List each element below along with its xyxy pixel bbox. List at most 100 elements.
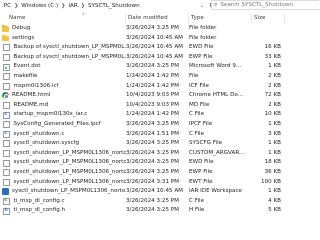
file-name: Backup of sysctl_shutdown_LP_MSPM0L...: [13, 44, 126, 51]
chevron-down-icon[interactable]: ⌄: [198, 3, 206, 9]
file-date: 3/26/2024 3:25 PM: [126, 168, 179, 175]
folder-icon: [2, 34, 9, 42]
column-header-size[interactable]: Size: [252, 14, 285, 23]
file-size: 3 KB: [268, 130, 281, 137]
c-file-icon: [2, 130, 10, 139]
file-size: 2 KB: [268, 72, 281, 79]
file-type: IAR IDE Workspace: [189, 188, 242, 195]
file-name: startup_mspm0l130x_iar.c: [13, 111, 88, 118]
chrome-icon: [2, 92, 9, 100]
breadcrumb[interactable]: .PC ❯ Windows (C:) ❯ IAR ❯ SYSCTL_Shutdo…: [0, 0, 206, 11]
file-row[interactable]: ti_msp_dl_config.c 3/26/2024 3:25 PM C F…: [0, 197, 319, 207]
file-row[interactable]: Event.dot 3/26/2024 3:25 PM Microsoft Wo…: [0, 62, 319, 72]
file-date: 3/26/2024 3:25 PM: [126, 25, 179, 31]
file-type: MD File: [189, 101, 210, 108]
file-name: sysctl_shutdown_LP_MSPM0L1306_norto...: [13, 178, 126, 185]
column-header-row: ∧ Name Date modified Type Size: [0, 11, 319, 23]
search-box[interactable]: ⌕: [211, 0, 319, 10]
file-row[interactable]: SysConfig_Generated_Files.ipcf 3/26/2024…: [0, 120, 319, 130]
file-row[interactable]: Backup of sysctl_shutdown_LP_MSPM0L... 3…: [0, 53, 319, 63]
file-row[interactable]: makefile 1/24/2024 1:42 PM File 2 KB: [0, 72, 319, 82]
file-size: 72 KB: [264, 92, 281, 99]
file-name: README.html: [12, 92, 51, 99]
file-name: mspm0l1306.icf: [13, 82, 59, 89]
file-date: 10/4/2023 9:03 PM: [126, 92, 179, 99]
file-name: settings: [12, 34, 35, 41]
file-row[interactable]: Backup of sysctl_shutdown_LP_MSPM0L... 3…: [0, 43, 319, 53]
file-date: 3/26/2024 3:31 PM: [126, 178, 179, 185]
file-row[interactable]: startup_mspm0l130x_iar.c 1/24/2024 1:42 …: [0, 110, 319, 120]
file-size: 100 KB: [261, 178, 281, 185]
file-row[interactable]: README.html 10/4/2023 9:03 PM Chrome HTM…: [0, 91, 319, 101]
column-header-date[interactable]: Date modified: [126, 14, 189, 23]
file-row-settings[interactable]: settings 3/26/2024 10:45 AM File folder: [0, 34, 319, 44]
file-row[interactable]: sysctl_shutdown_LP_MSPM0L1306_norto... 3…: [0, 158, 319, 168]
file-size: 4 KB: [268, 197, 281, 204]
file-date: 3/26/2024 3:25 PM: [126, 120, 179, 127]
file-name: SysConfig_Generated_Files.ipcf: [13, 120, 101, 127]
file-icon: [2, 121, 10, 129]
file-type: H File: [189, 207, 205, 214]
file-name: Debug: [12, 25, 31, 31]
file-type: IPCF File: [189, 120, 213, 127]
h-file-icon: [2, 206, 10, 216]
file-name: sysctl_shutdown_LP_MSPM0L1306_norto...: [13, 159, 126, 166]
file-type: File: [189, 72, 199, 79]
file-name: Backup of sysctl_shutdown_LP_MSPM0L...: [13, 53, 126, 60]
file-size: 18 KB: [264, 159, 281, 166]
file-type: C File: [189, 111, 205, 118]
file-icon: [2, 178, 10, 186]
file-name: ti_msp_dl_config.h: [13, 207, 66, 214]
file-icon: [2, 73, 10, 81]
file-date: 1/24/2024 1:42 PM: [126, 82, 179, 89]
file-row[interactable]: sysctl_shutdown.c 3/26/2024 1:51 PM C Fi…: [0, 130, 319, 140]
file-date: 3/26/2024 3:25 PM: [126, 140, 179, 147]
file-name: sysctl_shutdown_LP_MSPM0L1306_norto...: [13, 168, 126, 175]
breadcrumb-item-drive[interactable]: Windows (C:): [20, 3, 59, 9]
column-header-name[interactable]: Name: [0, 14, 126, 23]
file-row-debug[interactable]: Debug 3/26/2024 3:25 PM File folder: [0, 24, 319, 34]
file-size: 33 KB: [264, 53, 281, 60]
file-size: 1 KB: [268, 149, 281, 156]
file-type: EWP File: [189, 168, 213, 175]
breadcrumb-item-pc[interactable]: .PC: [1, 3, 12, 9]
file-date: 3/26/2024 10:45 AM: [126, 188, 184, 195]
file-row[interactable]: README.md 10/4/2023 9:03 PM MD File 2 KB: [0, 101, 319, 111]
file-icon: [2, 159, 10, 167]
file-row[interactable]: ti_msp_dl_config.h 3/26/2024 3:25 PM H F…: [0, 206, 319, 216]
file-row[interactable]: sysctl_shutdown_LP_MSPM0L1306_norto... 3…: [0, 178, 319, 188]
file-icon: [2, 102, 10, 110]
file-size: 2 KB: [268, 82, 281, 89]
file-name: sysctl_shutdown.c: [13, 130, 65, 137]
file-type: EWP File: [189, 53, 213, 60]
file-icon: [2, 150, 10, 158]
file-size: 10 KB: [264, 111, 281, 118]
file-row[interactable]: sysctl_shutdown.syscfg 3/26/2024 3:25 PM…: [0, 139, 319, 149]
iar-workspace-icon: [2, 188, 9, 196]
folder-icon: [2, 25, 9, 32]
file-date: 10/4/2023 9:03 PM: [126, 101, 179, 108]
file-type: Microsoft Word 9...: [189, 63, 242, 70]
file-type: File folder: [189, 34, 217, 41]
file-type: File folder: [189, 25, 217, 31]
file-icon: [2, 54, 10, 62]
search-input[interactable]: [220, 2, 311, 8]
file-row[interactable]: sysctl_shutdown_LP_MSPM0L1306_norto... 3…: [0, 168, 319, 178]
file-name: makefile: [13, 72, 38, 79]
file-date: 3/26/2024 3:25 PM: [126, 149, 179, 156]
column-header-type[interactable]: Type: [189, 14, 252, 23]
file-date: 3/26/2024 10:45 AM: [126, 44, 184, 51]
file-row[interactable]: mspm0l1306.icf 1/24/2024 1:42 PM ICF Fil…: [0, 82, 319, 92]
file-name: sysctl_shutdown_LP_MSPM0L1306_norto...: [12, 188, 126, 195]
breadcrumb-item-iar[interactable]: IAR: [67, 3, 78, 9]
breadcrumb-item-current[interactable]: SYSCTL_Shutdown: [87, 3, 141, 9]
file-date: 3/26/2024 3:25 PM: [126, 197, 179, 204]
file-icon: [2, 82, 10, 90]
file-name: ti_msp_dl_config.c: [13, 197, 65, 204]
file-row[interactable]: sysctl_shutdown_LP_MSPM0L1306_norto... 3…: [0, 149, 319, 159]
file-size: [252, 24, 281, 34]
file-row[interactable]: sysctl_shutdown_LP_MSPM0L1306_norto... 3…: [0, 187, 319, 197]
file-size: [252, 34, 281, 44]
file-name: Event.dot: [13, 63, 41, 70]
file-size: 1 KB: [268, 140, 281, 147]
